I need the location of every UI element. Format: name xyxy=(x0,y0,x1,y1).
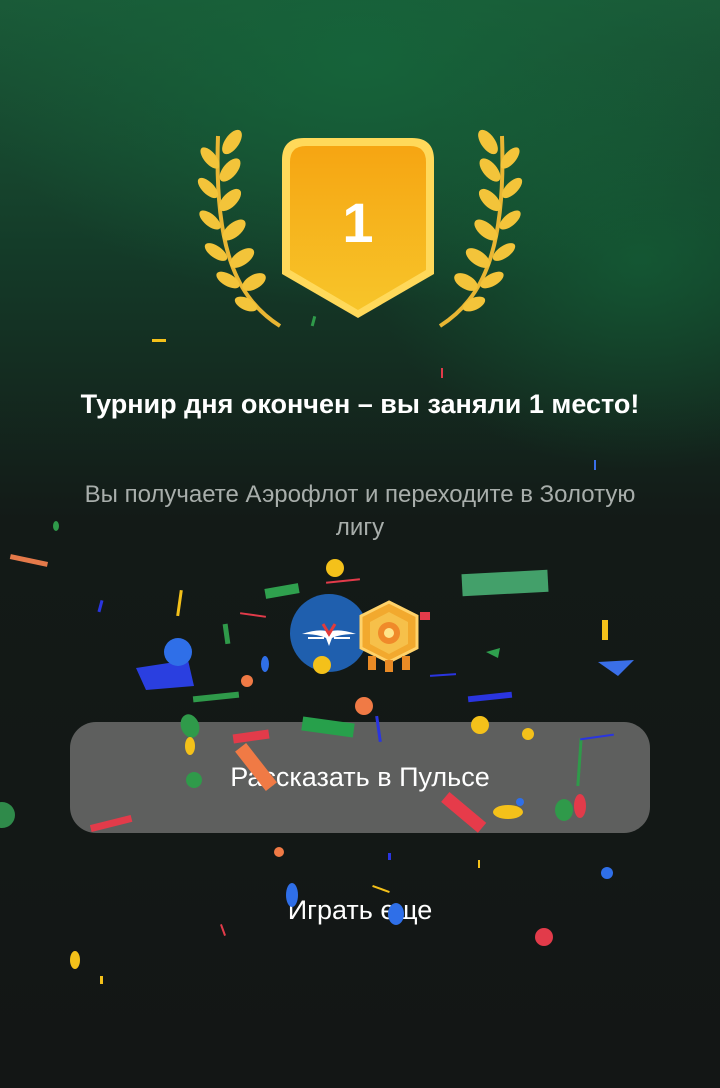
medal-place: 1 xyxy=(342,191,373,254)
share-in-pulse-button[interactable]: Рассказать в Пульсе xyxy=(70,722,650,833)
laurel-right-icon xyxy=(438,129,523,328)
gold-league-badge-icon xyxy=(359,600,419,672)
medal-shield: 1 xyxy=(282,138,434,318)
result-title: Турнир дня окончен – вы заняли 1 место! xyxy=(80,389,640,419)
result-subtitle: Вы получаете Аэрофлот и переходите в Зол… xyxy=(84,481,636,541)
laurel-left-icon xyxy=(197,129,282,328)
play-again-button[interactable]: Играть еще xyxy=(160,880,560,940)
